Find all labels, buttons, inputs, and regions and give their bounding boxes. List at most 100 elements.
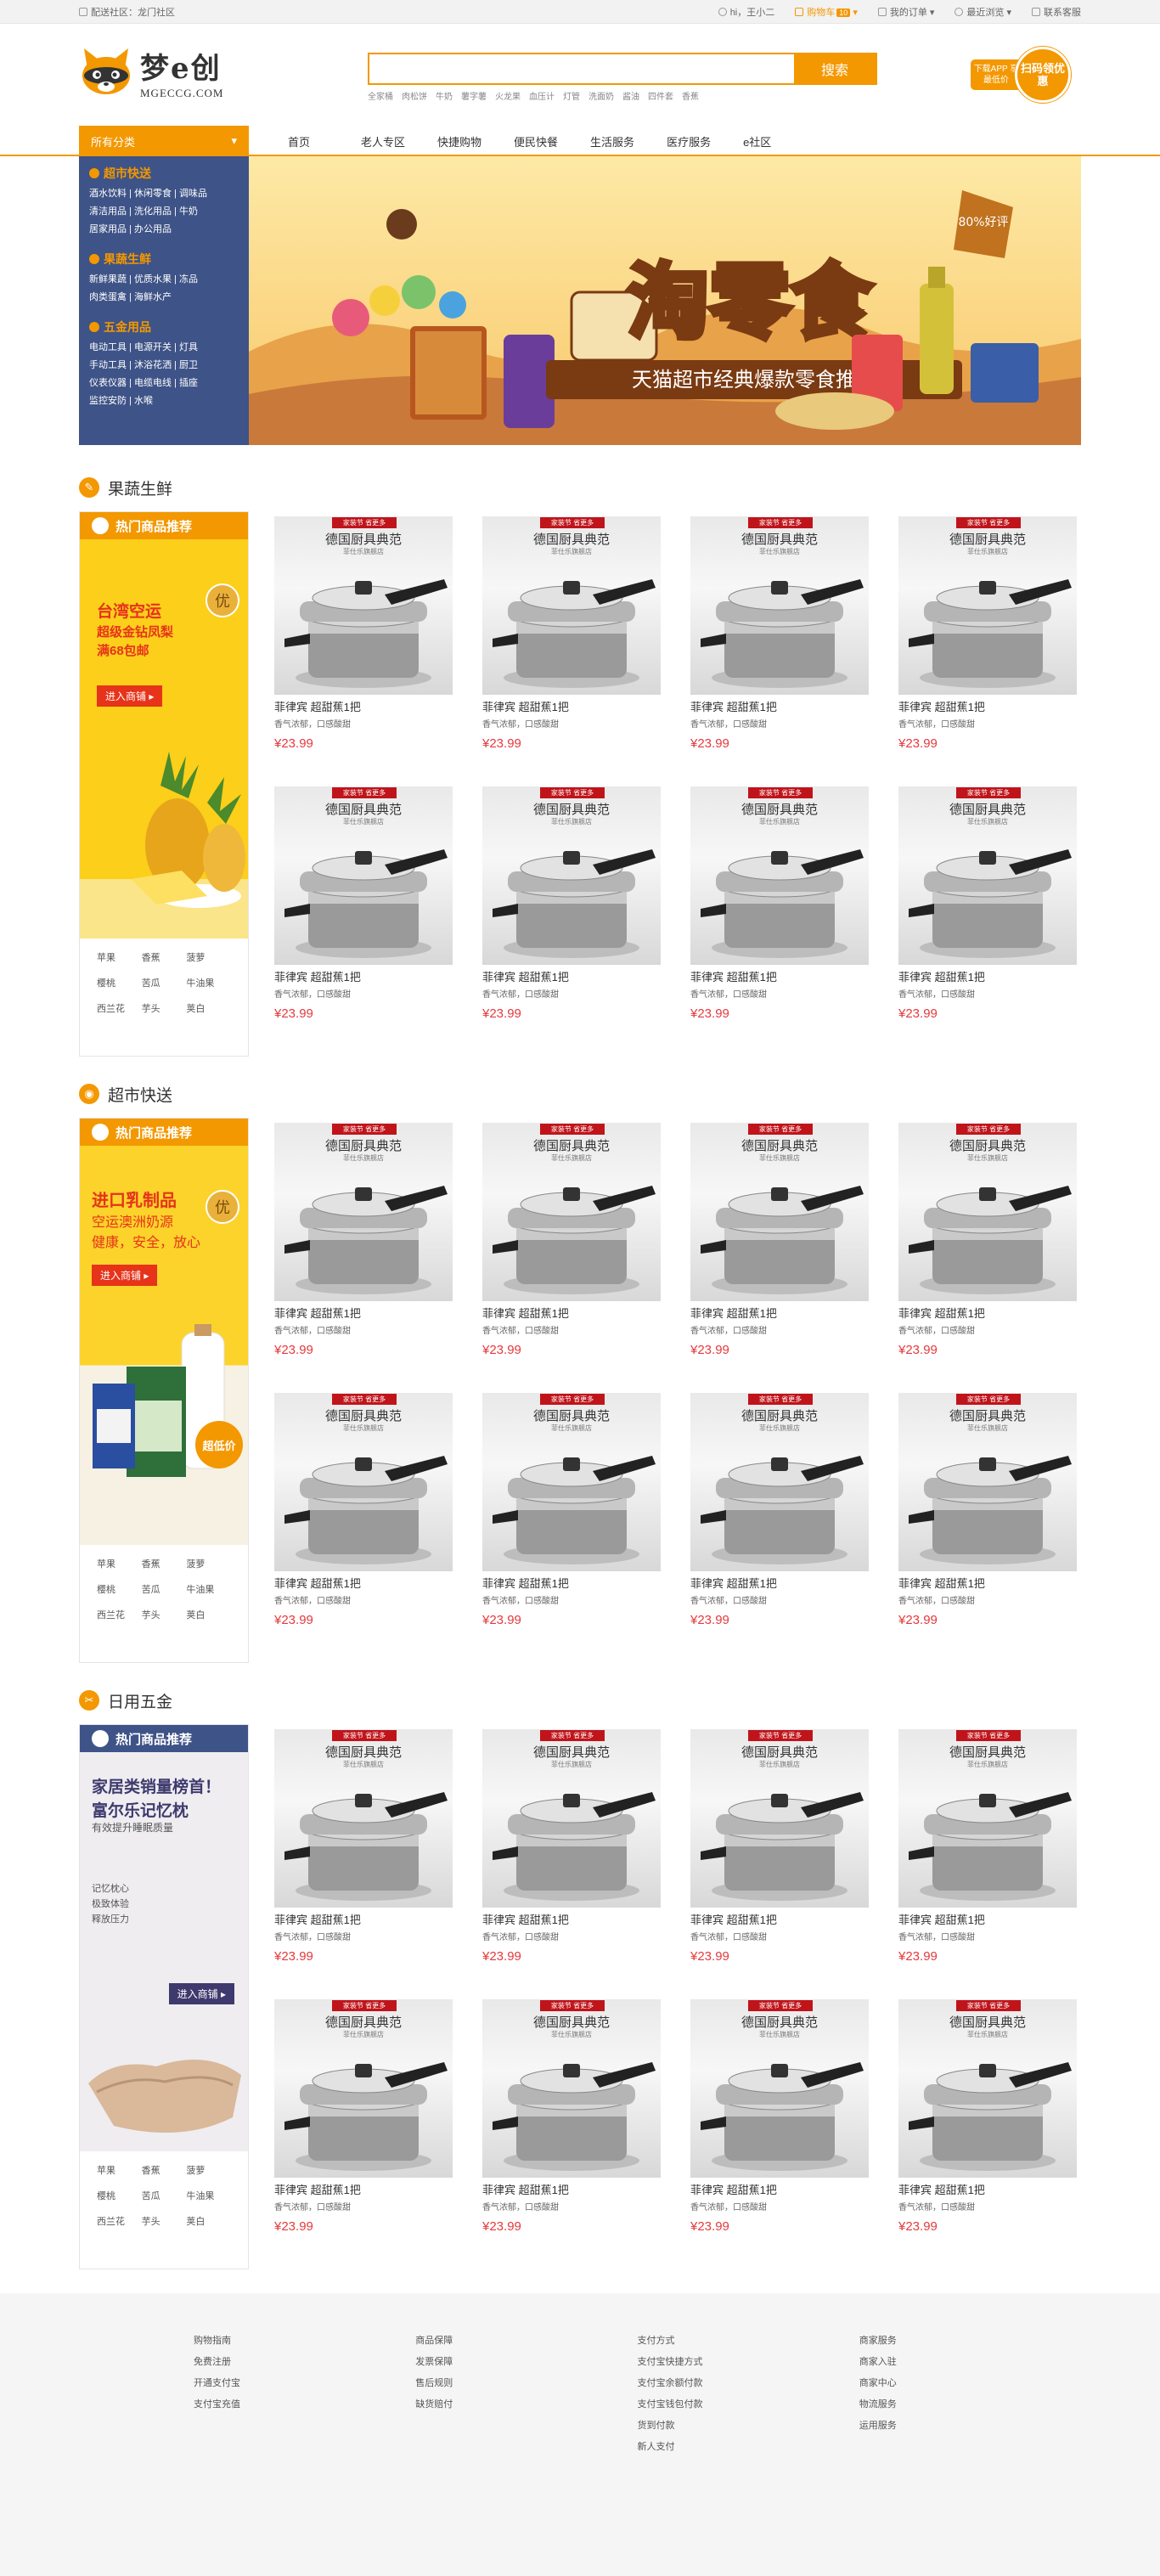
product-name[interactable]: 菲律宾 超甜蕉1把 [690,1575,869,1591]
product-image[interactable]: 家装节 省更多 德国厨具典范 菲仕乐旗舰店 [274,1729,453,1908]
product-card[interactable]: 家装节 省更多 德国厨具典范 菲仕乐旗舰店 菲律宾 超甜蕉1把 香气浓郁，口感酸甜 ¥23… [898,1999,1077,2269]
product-card[interactable]: 家装节 省更多 德国厨具典范 菲仕乐旗舰店 菲律宾 超甜蕉1把 香气浓郁，口感酸甜 ¥23… [482,786,661,1057]
tag-link[interactable]: 西兰花 [97,1608,142,1621]
footer-link[interactable]: 商品保障 [415,2331,637,2352]
product-card[interactable]: 家装节 省更多 德国厨具典范 菲仕乐旗舰店 菲律宾 超甜蕉1把 香气浓郁，口感酸甜 ¥23… [690,1729,869,1999]
footer-link[interactable]: 支付宝余额付款 [638,2373,859,2394]
promo-ad-pineapple[interactable]: 台湾空运 超级金钻凤梨 满68包邮 优 进入商铺 ▸ [80,539,248,939]
tag-link[interactable]: 芋头 [142,1608,187,1621]
product-card[interactable]: 家装节 省更多 德国厨具典范 菲仕乐旗舰店 菲律宾 超甜蕉1把 香气浓郁，口感酸甜 ¥23… [274,1999,453,2269]
nav-item-life-service[interactable]: 生活服务 [578,126,646,156]
product-card[interactable]: 家装节 省更多 德国厨具典范 菲仕乐旗舰店 菲律宾 超甜蕉1把 香气浓郁，口感酸甜 ¥23… [482,1393,661,1663]
tag-link[interactable]: 苹果 [97,950,142,964]
hot-keyword[interactable]: 四件套 [648,89,673,102]
category-links[interactable]: 新鲜果蔬 | 优质水果 | 冻品 [89,271,239,289]
product-image[interactable]: 家装节 省更多 德国厨具典范 菲仕乐旗舰店 [690,516,869,695]
hot-keyword[interactable]: 火龙果 [495,89,521,102]
product-name[interactable]: 菲律宾 超甜蕉1把 [898,698,1077,714]
tag-link[interactable]: 西兰花 [97,1001,142,1015]
hot-keyword[interactable]: 血压计 [529,89,555,102]
tag-link[interactable]: 牛油果 [186,2189,231,2202]
footer-link[interactable]: 运用服务 [859,2415,1081,2437]
search-input[interactable] [369,54,794,83]
product-image[interactable]: 家装节 省更多 德国厨具典范 菲仕乐旗舰店 [690,1123,869,1301]
hot-keyword[interactable]: 香蕉 [682,89,699,102]
category-links[interactable]: 肉类蛋禽 | 海鲜水产 [89,289,239,307]
tag-link[interactable]: 荚白 [186,1001,231,1015]
product-image[interactable]: 家装节 省更多 德国厨具典范 菲仕乐旗舰店 [898,1999,1077,2178]
product-name[interactable]: 菲律宾 超甜蕉1把 [274,968,453,984]
tag-link[interactable]: 牛油果 [186,1582,231,1596]
hot-keyword[interactable]: 洗面奶 [588,89,614,102]
footer-link[interactable]: 支付宝快捷方式 [638,2352,859,2373]
product-card[interactable]: 家装节 省更多 德国厨具典范 菲仕乐旗舰店 菲律宾 超甜蕉1把 香气浓郁，口感酸甜 ¥23… [898,1729,1077,1999]
product-card[interactable]: 家装节 省更多 德国厨具典范 菲仕乐旗舰店 菲律宾 超甜蕉1把 香气浓郁，口感酸甜 ¥23… [898,1393,1077,1663]
tag-link[interactable]: 芋头 [142,2214,187,2228]
product-card[interactable]: 家装节 省更多 德国厨具典范 菲仕乐旗舰店 菲律宾 超甜蕉1把 香气浓郁，口感酸甜 ¥23… [690,516,869,786]
hot-keyword[interactable]: 酱油 [622,89,639,102]
download-app-button[interactable]: 下载APP 享最低价 [971,59,1022,90]
product-name[interactable]: 菲律宾 超甜蕉1把 [274,1305,453,1321]
category-links[interactable]: 酒水饮料 | 休闲零食 | 调味品 [89,185,239,203]
product-name[interactable]: 菲律宾 超甜蕉1把 [898,1305,1077,1321]
product-image[interactable]: 家装节 省更多 德国厨具典范 菲仕乐旗舰店 [898,1123,1077,1301]
tag-link[interactable]: 香蕉 [142,1557,187,1570]
nav-item-quick-shop[interactable]: 快捷购物 [425,126,493,156]
search-button[interactable]: 搜索 [794,54,876,83]
category-links[interactable]: 电动工具 | 电源开关 | 灯具 [89,339,239,357]
tag-link[interactable]: 樱桃 [97,976,142,989]
recent-link[interactable]: 最近浏览 ▾ [954,5,1011,19]
product-name[interactable]: 菲律宾 超甜蕉1把 [898,968,1077,984]
product-card[interactable]: 家装节 省更多 德国厨具典范 菲仕乐旗舰店 菲律宾 超甜蕉1把 香气浓郁，口感酸甜 ¥23… [898,516,1077,786]
tag-link[interactable]: 香蕉 [142,950,187,964]
product-image[interactable]: 家装节 省更多 德国厨具典范 菲仕乐旗舰店 [274,1123,453,1301]
product-image[interactable]: 家装节 省更多 德国厨具典范 菲仕乐旗舰店 [690,1999,869,2178]
delivery-location[interactable]: 配送社区：龙门社区 [79,5,175,19]
user-greeting[interactable]: hi，王小二 [718,5,774,19]
product-image[interactable]: 家装节 省更多 德国厨具典范 菲仕乐旗舰店 [898,516,1077,695]
product-image[interactable]: 家装节 省更多 德国厨具典范 菲仕乐旗舰店 [482,1393,661,1571]
product-card[interactable]: 家装节 省更多 德国厨具典范 菲仕乐旗舰店 菲律宾 超甜蕉1把 香气浓郁，口感酸甜 ¥23… [898,786,1077,1057]
product-card[interactable]: 家装节 省更多 德国厨具典范 菲仕乐旗舰店 菲律宾 超甜蕉1把 香气浓郁，口感酸甜 ¥23… [482,516,661,786]
product-image[interactable]: 家装节 省更多 德国厨具典范 菲仕乐旗舰店 [898,1393,1077,1571]
footer-link[interactable]: 货到付款 [638,2415,859,2437]
category-links[interactable]: 手动工具 | 沐浴花洒 | 厨卫 [89,357,239,375]
category-links[interactable]: 居家用品 | 办公用品 [89,221,239,239]
product-image[interactable]: 家装节 省更多 德国厨具典范 菲仕乐旗舰店 [274,786,453,965]
hot-keyword[interactable]: 全家桶 [368,89,393,102]
tag-link[interactable]: 苦瓜 [142,976,187,989]
tag-link[interactable]: 牛油果 [186,976,231,989]
product-image[interactable]: 家装节 省更多 德国厨具典范 菲仕乐旗舰店 [482,1729,661,1908]
product-image[interactable]: 家装节 省更多 德国厨具典范 菲仕乐旗舰店 [274,516,453,695]
footer-link[interactable]: 支付宝充值 [194,2394,415,2415]
product-card[interactable]: 家装节 省更多 德国厨具典范 菲仕乐旗舰店 菲律宾 超甜蕉1把 香气浓郁，口感酸甜 ¥23… [274,1123,453,1393]
category-links[interactable]: 清洁用品 | 洗化用品 | 牛奶 [89,203,239,221]
product-name[interactable]: 菲律宾 超甜蕉1把 [482,2181,661,2197]
footer-link[interactable]: 免费注册 [194,2352,415,2373]
tag-link[interactable]: 荚白 [186,1608,231,1621]
footer-link[interactable]: 缺货赔付 [415,2394,637,2415]
product-name[interactable]: 菲律宾 超甜蕉1把 [690,1305,869,1321]
hot-keyword[interactable]: 灯管 [563,89,580,102]
category-links[interactable]: 监控安防 | 水喉 [89,392,239,410]
enter-shop-button[interactable]: 进入商铺 ▸ [97,685,163,707]
nav-item-fast-food[interactable]: 便民快餐 [502,126,570,156]
product-image[interactable]: 家装节 省更多 德国厨具典范 菲仕乐旗舰店 [898,1729,1077,1908]
tag-link[interactable]: 樱桃 [97,1582,142,1596]
tag-link[interactable]: 菠萝 [186,1557,231,1570]
product-image[interactable]: 家装节 省更多 德国厨具典范 菲仕乐旗舰店 [690,786,869,965]
tag-link[interactable]: 菠萝 [186,2163,231,2177]
tag-link[interactable]: 苦瓜 [142,1582,187,1596]
footer-link[interactable]: 新人支付 [638,2437,859,2458]
hot-keyword[interactable]: 牛奶 [436,89,453,102]
tag-link[interactable]: 苦瓜 [142,2189,187,2202]
tag-link[interactable]: 樱桃 [97,2189,142,2202]
product-image[interactable]: 家装节 省更多 德国厨具典范 菲仕乐旗舰店 [482,786,661,965]
footer-link[interactable]: 商家中心 [859,2373,1081,2394]
nav-item-community[interactable]: e社区 [731,126,796,156]
product-name[interactable]: 菲律宾 超甜蕉1把 [898,1911,1077,1927]
tag-link[interactable]: 香蕉 [142,2163,187,2177]
app-download[interactable]: 下载APP 享最低价 扫码领优惠 [971,47,1081,103]
footer-link[interactable]: 售后规则 [415,2373,637,2394]
cart-link[interactable]: 购物车 10 ▾ [795,5,858,19]
